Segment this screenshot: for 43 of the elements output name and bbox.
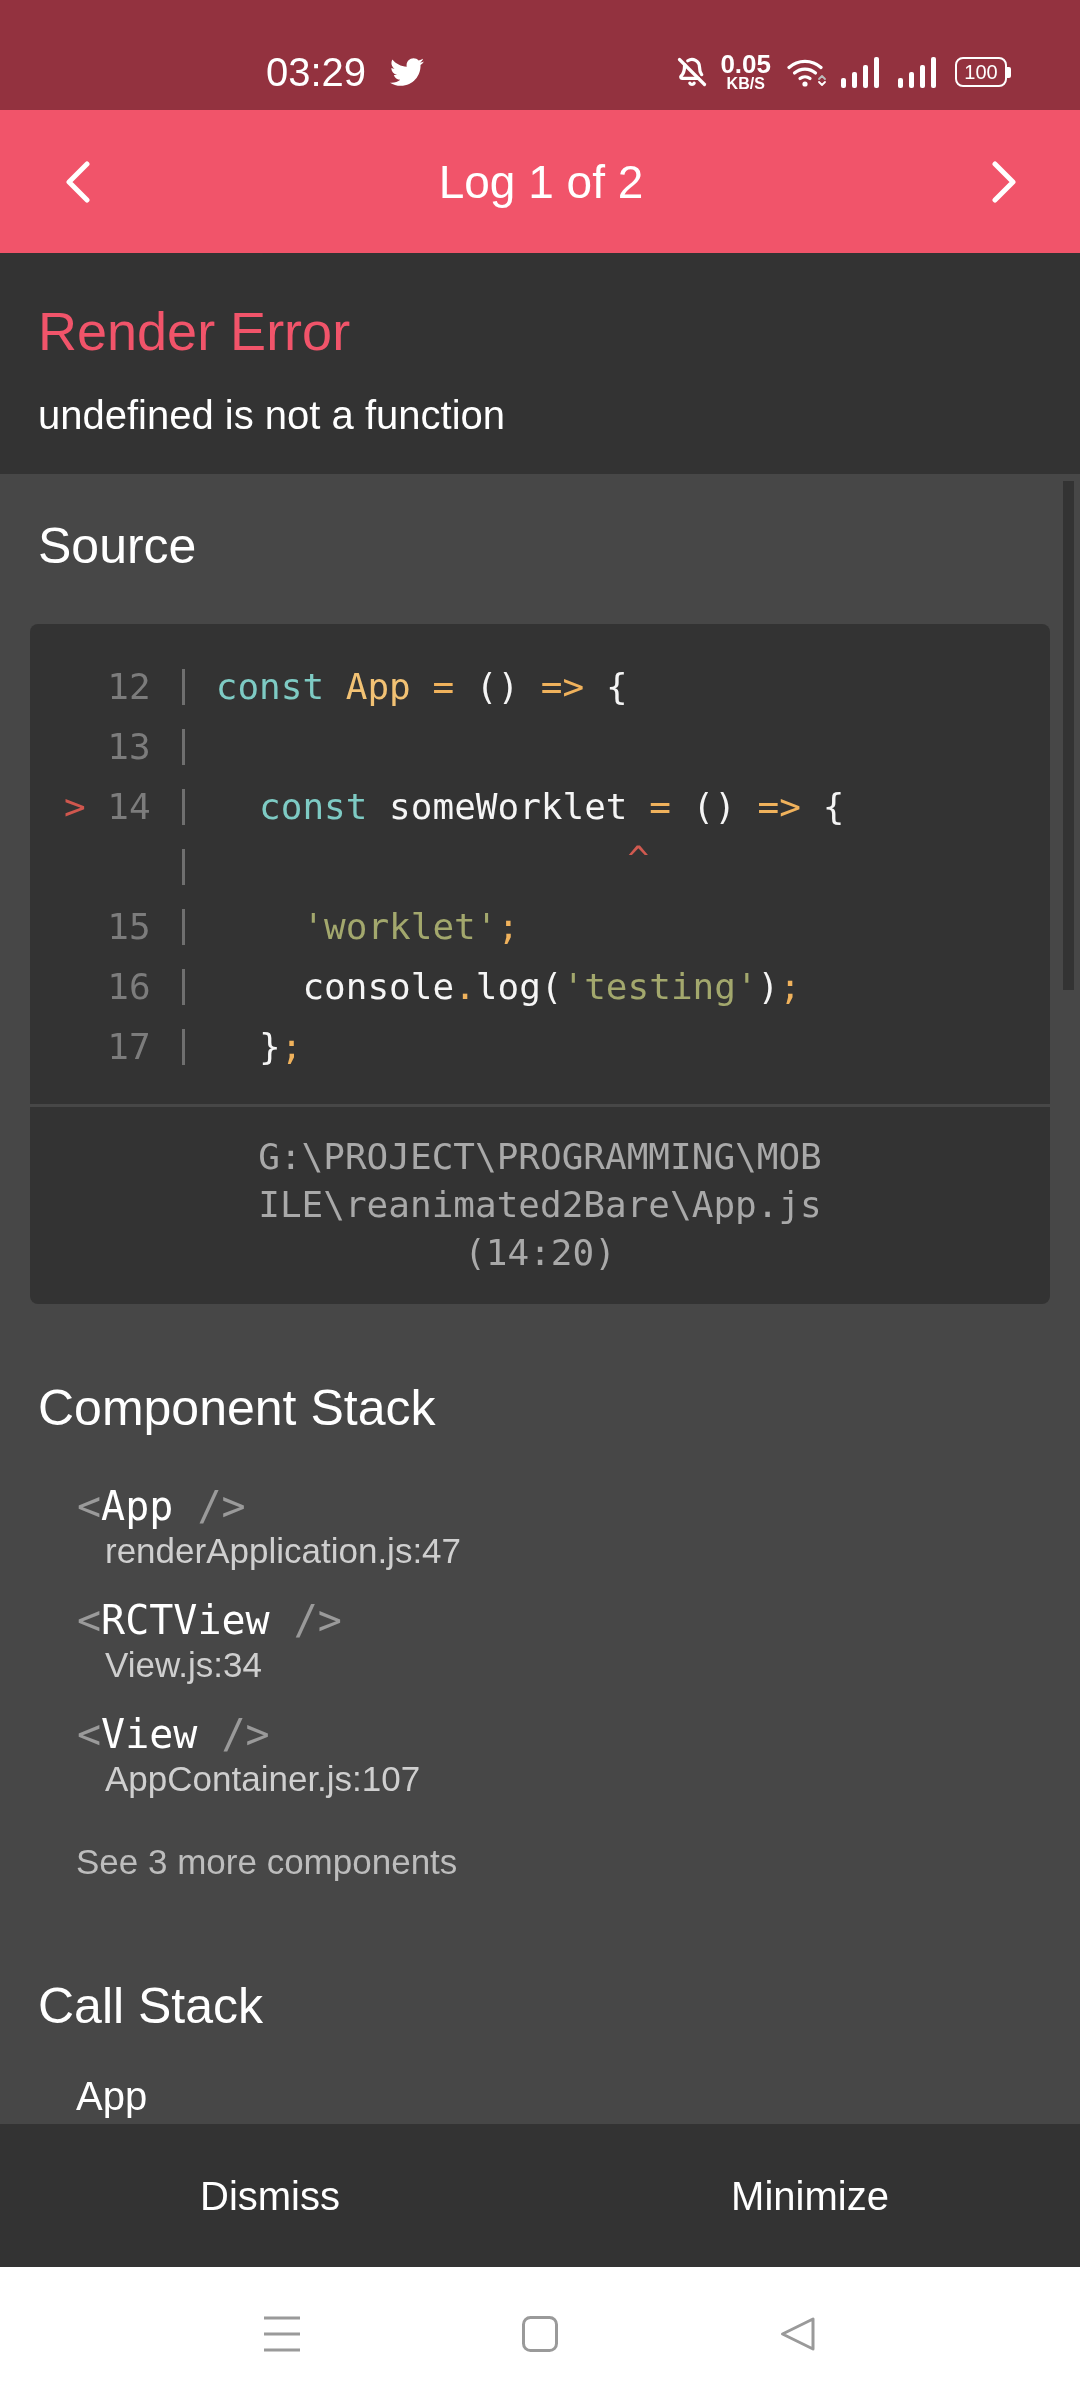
chevron-right-icon [991, 160, 1017, 203]
home-icon[interactable] [522, 2315, 558, 2352]
file-location: G:\PROJECT\PROGRAMMING\MOBILE\reanimated2Bare\App.js (14:20) [257, 1135, 823, 1275]
line-number: 16 [107, 965, 151, 1009]
error-caret: ^ [627, 839, 650, 879]
section-heading: Component Stack [38, 1379, 436, 1438]
network-unit: KB/S [726, 76, 765, 92]
line-number: 15 [107, 905, 151, 949]
muted-bell-icon [677, 57, 708, 87]
component-tag[interactable]: <View /> [77, 1710, 270, 1758]
code-line: const someWorklet = () => { [259, 785, 845, 829]
wifi-icon [787, 57, 827, 87]
error-line-marker: > [64, 785, 86, 829]
battery-percentage: 100 [964, 62, 998, 82]
stack-frame[interactable]: App [76, 2074, 148, 2118]
line-number: 14 [107, 785, 151, 829]
signal-icon [898, 56, 937, 88]
footer-button[interactable]: Minimize [540, 2124, 1080, 2267]
chevron-left-icon [65, 160, 91, 203]
see-more-link[interactable]: See 3 more components [76, 1840, 458, 1884]
code-line: const App = () => { [215, 665, 628, 709]
footer-button[interactable]: Dismiss [0, 2124, 540, 2267]
component-location: AppContainer.js:107 [105, 1758, 421, 1800]
component-location: View.js:34 [105, 1644, 262, 1686]
component-tag[interactable]: <RCTView /> [77, 1596, 342, 1644]
component-location: renderApplication.js:47 [105, 1530, 462, 1572]
back-icon[interactable] [780, 2315, 816, 2352]
code-line: 'worklet'; [302, 905, 520, 949]
status-time: 03:29 [266, 52, 367, 92]
code-line: }; [259, 1025, 303, 1069]
section-heading: Source [38, 517, 197, 576]
error-title: Render Error [38, 300, 351, 363]
line-number: 17 [107, 1025, 151, 1069]
line-number: 13 [107, 725, 151, 769]
network-speed: 0.05 [720, 52, 771, 76]
menu-icon[interactable] [264, 2315, 300, 2352]
code-line: console.log('testing'); [302, 965, 801, 1009]
error-message: undefined is not a function [38, 392, 505, 439]
section-heading: Call Stack [38, 1977, 264, 2036]
bird-icon [390, 55, 425, 89]
component-tag[interactable]: <App /> [77, 1482, 246, 1530]
line-number: 12 [107, 665, 151, 709]
signal-icon [841, 56, 880, 88]
